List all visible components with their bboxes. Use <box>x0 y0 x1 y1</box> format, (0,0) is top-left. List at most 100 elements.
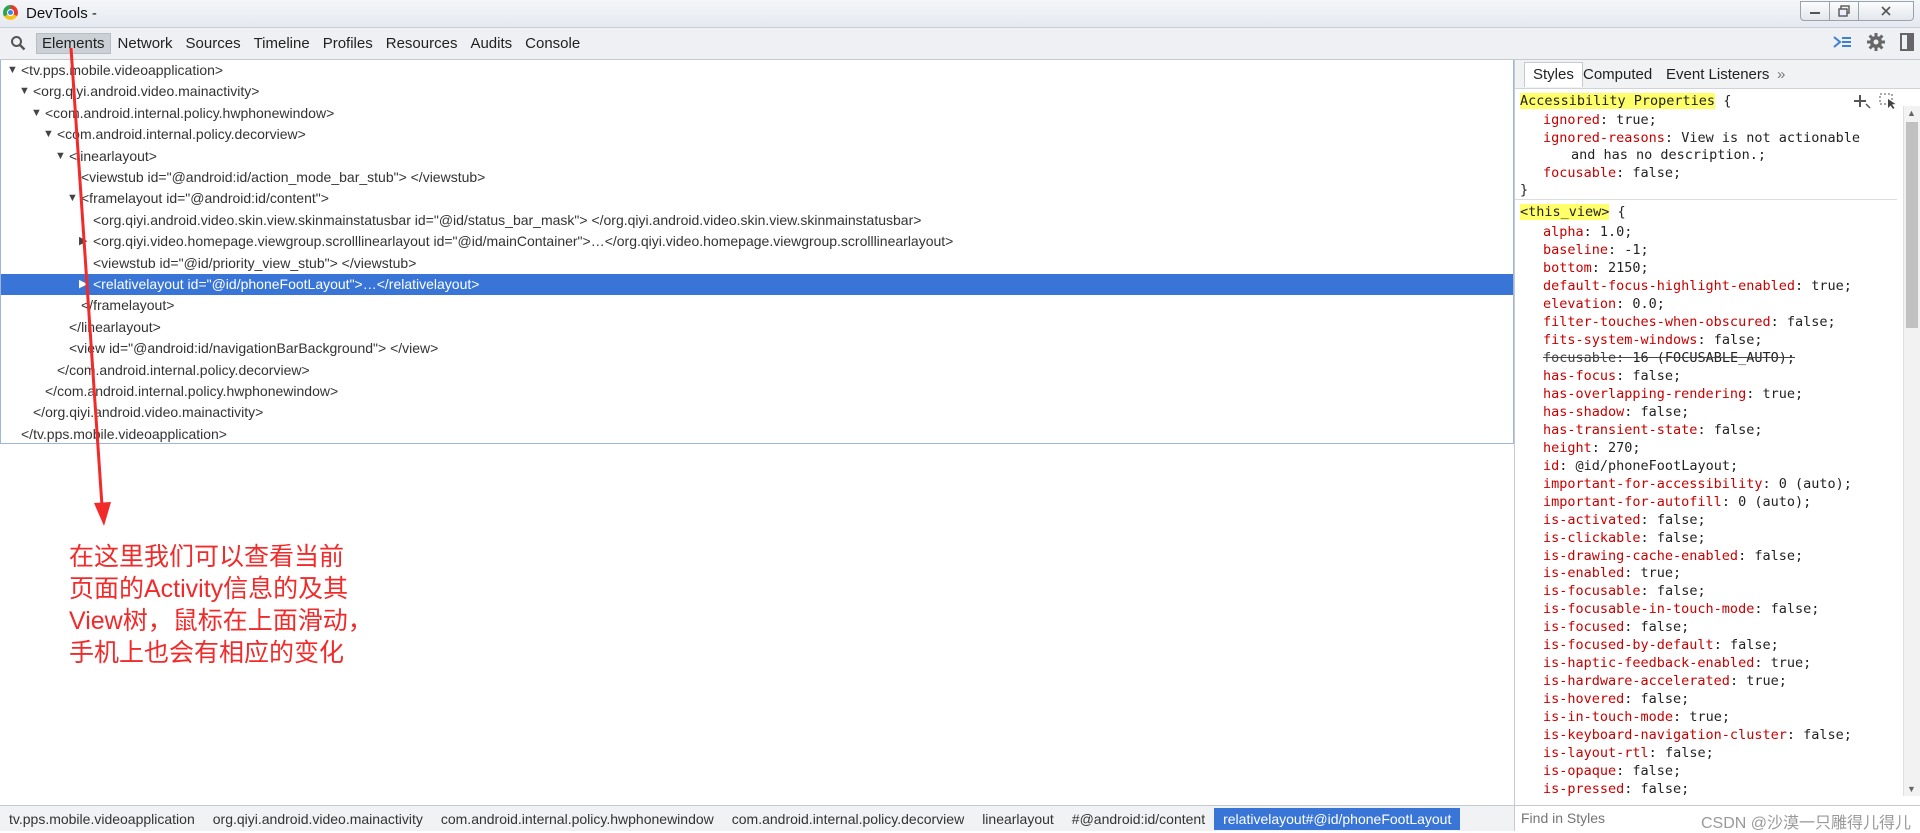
property-name[interactable]: is-layout-rtl <box>1543 745 1649 761</box>
property-value[interactable]: true; <box>1762 386 1803 402</box>
style-property[interactable]: has-shadow: false; <box>1543 403 1689 421</box>
breadcrumb-item[interactable]: #@android:id/content <box>1063 808 1214 830</box>
property-name[interactable]: is-focusable <box>1543 583 1641 599</box>
tab-styles[interactable]: Styles <box>1524 62 1583 87</box>
property-name[interactable]: has-focus <box>1543 368 1616 384</box>
style-property[interactable]: is-in-touch-mode: true; <box>1543 708 1730 726</box>
property-value[interactable]: false; <box>1730 637 1779 653</box>
property-name[interactable]: elevation <box>1543 296 1616 312</box>
style-property[interactable]: is-enabled: true; <box>1543 564 1681 582</box>
property-value[interactable]: true; <box>1689 709 1730 725</box>
tree-node[interactable]: </com.android.internal.policy.decorview> <box>1 360 1513 381</box>
style-property[interactable]: focusable: false; <box>1543 164 1681 182</box>
style-property[interactable]: baseline: -1; <box>1543 241 1649 259</box>
property-name[interactable]: is-opaque <box>1543 763 1616 779</box>
style-property[interactable]: elevation: 0.0; <box>1543 295 1665 313</box>
selected-tree-node[interactable]: ▶ <relativelayout id="@id/phoneFootLayout… <box>1 274 1513 295</box>
tree-node[interactable]: ▶ <org.qiyi.video.homepage.viewgroup.scro… <box>1 231 1513 252</box>
property-name[interactable]: has-transient-state <box>1543 422 1697 438</box>
restore-button[interactable] <box>1829 1 1859 21</box>
close-button[interactable] <box>1858 1 1914 21</box>
style-property[interactable]: is-focused-by-default: false; <box>1543 636 1779 654</box>
style-property[interactable]: height: 270; <box>1543 439 1641 457</box>
selector-text[interactable]: Accessibility Properties <box>1520 93 1716 109</box>
tab-elements[interactable]: Elements <box>36 33 111 54</box>
property-name[interactable]: has-overlapping-rendering <box>1543 386 1746 402</box>
tree-node[interactable]: </tv.pps.mobile.videoapplication> <box>1 424 1513 443</box>
tab-sources[interactable]: Sources <box>180 33 247 54</box>
property-name[interactable]: default-focus-highlight-enabled <box>1543 278 1795 294</box>
tree-node[interactable]: <viewstub id="@android:id/action_mode_ba… <box>1 167 1513 188</box>
search-icon[interactable] <box>10 35 26 51</box>
property-value[interactable]: true; <box>1641 565 1682 581</box>
property-value[interactable]: true; <box>1771 655 1812 671</box>
property-value[interactable]: 0 (auto); <box>1738 494 1811 510</box>
style-property[interactable]: has-transient-state: false; <box>1543 421 1762 439</box>
property-value[interactable]: true; <box>1811 278 1852 294</box>
property-value[interactable]: 0 (auto); <box>1779 476 1852 492</box>
property-name[interactable]: is-hovered <box>1543 691 1624 707</box>
property-name[interactable]: is-in-touch-mode <box>1543 709 1673 725</box>
style-property[interactable]: default-focus-highlight-enabled: true; <box>1543 277 1852 295</box>
style-property[interactable]: ignored-reasons: View is not actionable <box>1543 129 1860 147</box>
collapse-triangle-icon[interactable]: ▶ <box>79 231 87 252</box>
property-value[interactable]: false; <box>1754 548 1803 564</box>
property-value[interactable]: @id/phoneFootLayout; <box>1576 458 1739 474</box>
tree-node[interactable]: ▼ <com.android.internal.policy.hwphonewin… <box>1 103 1513 124</box>
expand-triangle-icon[interactable]: ▼ <box>31 103 42 124</box>
style-property[interactable]: fits-system-windows: false; <box>1543 331 1762 349</box>
scroll-up-arrow-icon[interactable]: ▲ <box>1907 108 1916 118</box>
property-value[interactable]: false; <box>1665 745 1714 761</box>
style-property[interactable]: is-drawing-cache-enabled: false; <box>1543 547 1803 565</box>
style-property[interactable]: is-layout-rtl: false; <box>1543 744 1714 762</box>
find-in-styles-input[interactable] <box>1519 809 1723 827</box>
scroll-down-arrow-icon[interactable]: ▼ <box>1907 784 1916 794</box>
property-name[interactable]: important-for-accessibility <box>1543 476 1762 492</box>
breadcrumb-item[interactable]: com.android.internal.policy.hwphonewindo… <box>432 808 723 830</box>
style-property[interactable]: is-focusable: false; <box>1543 582 1706 600</box>
style-property[interactable]: is-hardware-accelerated: true; <box>1543 672 1787 690</box>
tab-computed[interactable]: Computed <box>1583 66 1652 83</box>
gear-icon[interactable] <box>1866 32 1886 52</box>
property-name[interactable]: has-shadow <box>1543 404 1624 420</box>
property-value[interactable]: false; <box>1714 422 1763 438</box>
property-value[interactable]: false; <box>1632 165 1681 181</box>
tree-node[interactable]: ▼ <tv.pps.mobile.videoapplication> <box>1 60 1513 81</box>
property-value[interactable]: 2150; <box>1608 260 1649 276</box>
more-tabs-button[interactable]: » <box>1777 66 1785 83</box>
expand-triangle-icon[interactable]: ▼ <box>43 124 54 145</box>
property-name[interactable]: ignored <box>1543 112 1600 128</box>
breadcrumb-item[interactable]: linearlayout <box>973 808 1063 830</box>
property-name[interactable]: is-focused-by-default <box>1543 637 1714 653</box>
tree-node[interactable]: <viewstub id="@id/priority_view_stub"> <… <box>1 253 1513 274</box>
style-property[interactable]: ignored: true; <box>1543 111 1657 129</box>
console-drawer-icon[interactable] <box>1832 34 1852 50</box>
breadcrumb-item[interactable]: relativelayout#@id/phoneFootLayout <box>1214 807 1461 830</box>
tab-console[interactable]: Console <box>519 33 586 54</box>
property-value[interactable]: false; <box>1632 368 1681 384</box>
tree-node[interactable]: </org.qiyi.android.video.mainactivity> <box>1 402 1513 423</box>
style-property[interactable]: is-opaque: false; <box>1543 762 1681 780</box>
property-name[interactable]: is-activated <box>1543 512 1641 528</box>
property-value[interactable]: false; <box>1803 727 1852 743</box>
expand-triangle-icon[interactable]: ▼ <box>55 146 66 167</box>
property-name[interactable]: is-enabled <box>1543 565 1624 581</box>
property-name[interactable]: is-focused <box>1543 619 1624 635</box>
property-value[interactable]: and has no description.; <box>1571 147 1766 163</box>
style-property[interactable]: is-focused: false; <box>1543 618 1689 636</box>
style-property[interactable]: has-overlapping-rendering: true; <box>1543 385 1803 403</box>
style-property[interactable]: filter-touches-when-obscured: false; <box>1543 313 1836 331</box>
expand-triangle-icon[interactable]: ▼ <box>67 188 78 209</box>
expand-triangle-icon[interactable]: ▼ <box>7 60 18 81</box>
tab-resources[interactable]: Resources <box>380 33 464 54</box>
style-property[interactable]: alpha: 1.0; <box>1543 223 1632 241</box>
collapse-triangle-icon[interactable]: ▶ <box>79 274 87 295</box>
property-value[interactable]: false; <box>1714 332 1763 348</box>
property-value[interactable]: false; <box>1641 781 1690 797</box>
property-name[interactable]: filter-touches-when-obscured <box>1543 314 1771 330</box>
style-property[interactable]: is-clickable: false; <box>1543 529 1706 547</box>
tab-audits[interactable]: Audits <box>464 33 518 54</box>
property-name[interactable]: is-focusable-in-touch-mode <box>1543 601 1754 617</box>
property-value[interactable]: true; <box>1616 112 1657 128</box>
style-property[interactable]: bottom: 2150; <box>1543 259 1649 277</box>
